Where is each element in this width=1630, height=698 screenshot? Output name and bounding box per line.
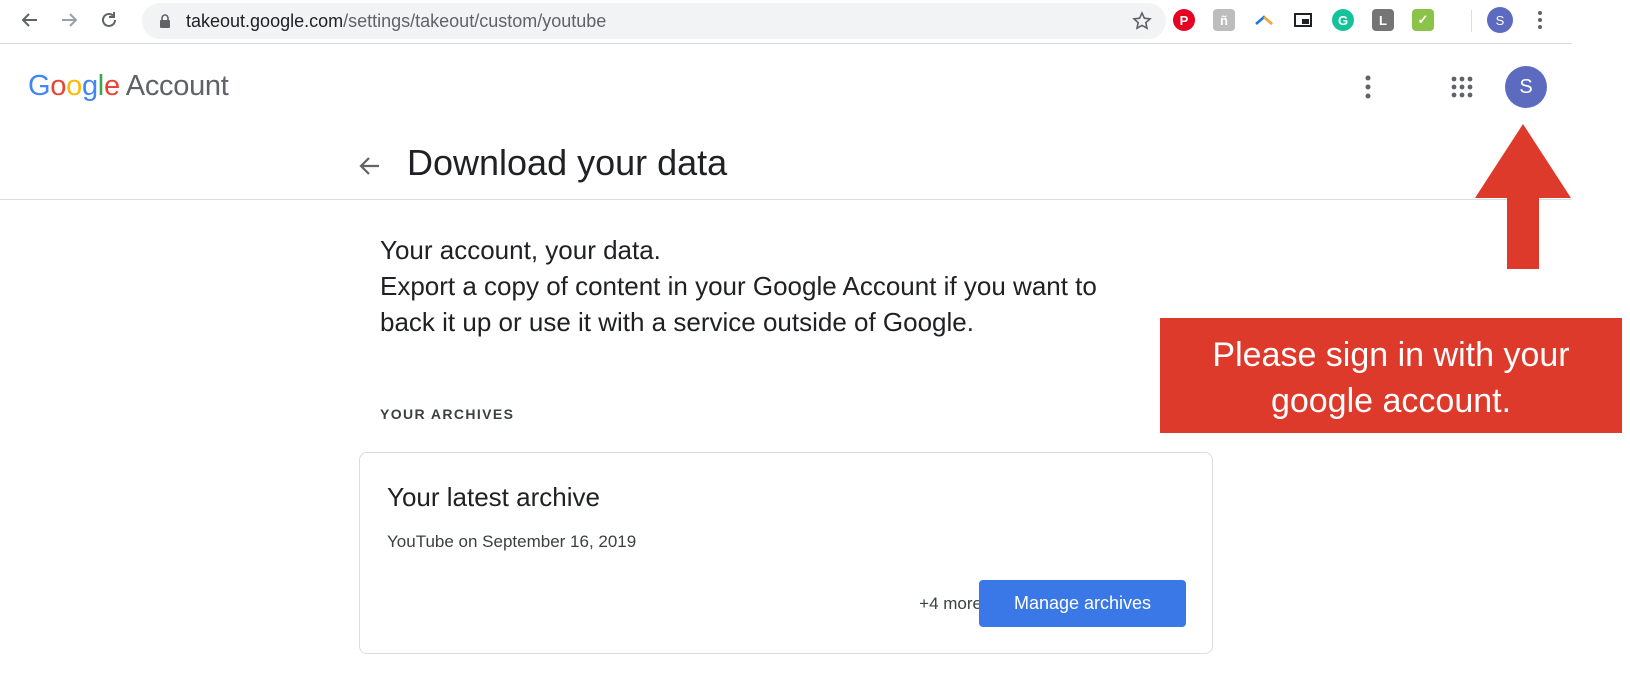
page-title: Download your data [407,142,728,183]
toolbar-divider [1471,10,1472,32]
url-path: /settings/takeout/custom/youtube [343,11,607,31]
intro-line: back it up or use it with a service outs… [380,307,974,337]
extension-icon[interactable]: L [1372,9,1394,31]
extension-icon[interactable] [1253,9,1275,31]
address-bar[interactable]: takeout.google.com/settings/takeout/cust… [142,3,1166,39]
logo-letter: G [28,70,51,102]
back-icon[interactable] [18,8,42,32]
picture-in-picture-icon[interactable] [1292,9,1314,31]
logo-letter: g [81,70,98,102]
logo-letter: e [103,70,120,102]
annotation-arrow-icon [1475,124,1571,269]
manage-archives-button[interactable]: Manage archives [979,580,1186,627]
browser-toolbar: takeout.google.com/settings/takeout/cust… [0,0,1572,44]
intro-line: Your account, your data. [380,235,661,265]
pinterest-icon[interactable]: P [1173,9,1195,31]
more-vert-icon[interactable] [1530,9,1550,31]
section-label-archives: YOUR ARCHIVES [380,406,515,422]
google-account-header: Google Account S [0,45,1572,129]
account-avatar[interactable]: S [1505,66,1547,108]
grammarly-icon[interactable]: G [1332,9,1354,31]
more-archives-link[interactable]: +4 more [886,593,982,615]
logo-letter: o [50,70,67,102]
more-vert-icon[interactable] [1356,73,1380,101]
logo-suffix: Account [125,70,229,102]
google-account-logo[interactable]: Google Account [28,69,229,103]
reload-icon[interactable] [97,8,121,32]
url-host: takeout.google.com [186,11,344,31]
extension-icon[interactable]: ✓ [1412,9,1434,31]
extension-icon[interactable]: ñ [1213,9,1235,31]
card-title: Your latest archive [387,482,600,512]
card-subtitle: YouTube on September 16, 2019 [387,532,637,551]
annotation-callout: Please sign in with your google account. [1160,318,1622,433]
forward-icon[interactable] [57,8,81,32]
intro-text: Your account, your data. Export a copy o… [380,232,1200,340]
url-text: takeout.google.com/settings/takeout/cust… [186,11,606,31]
annotation-line: google account. [1270,382,1512,420]
browser-profile-avatar[interactable]: S [1487,7,1513,33]
star-icon[interactable] [1132,11,1152,31]
apps-grid-icon[interactable] [1450,75,1474,99]
annotation-line: Please sign in with your [1212,336,1570,374]
intro-line: Export a copy of content in your Google … [380,271,1097,301]
latest-archive-card: Your latest archive YouTube on September… [359,452,1213,654]
lock-icon [160,14,170,28]
page-title-bar: Download your data [0,129,1572,200]
back-arrow-icon[interactable] [357,153,383,179]
logo-letter: o [66,70,82,102]
